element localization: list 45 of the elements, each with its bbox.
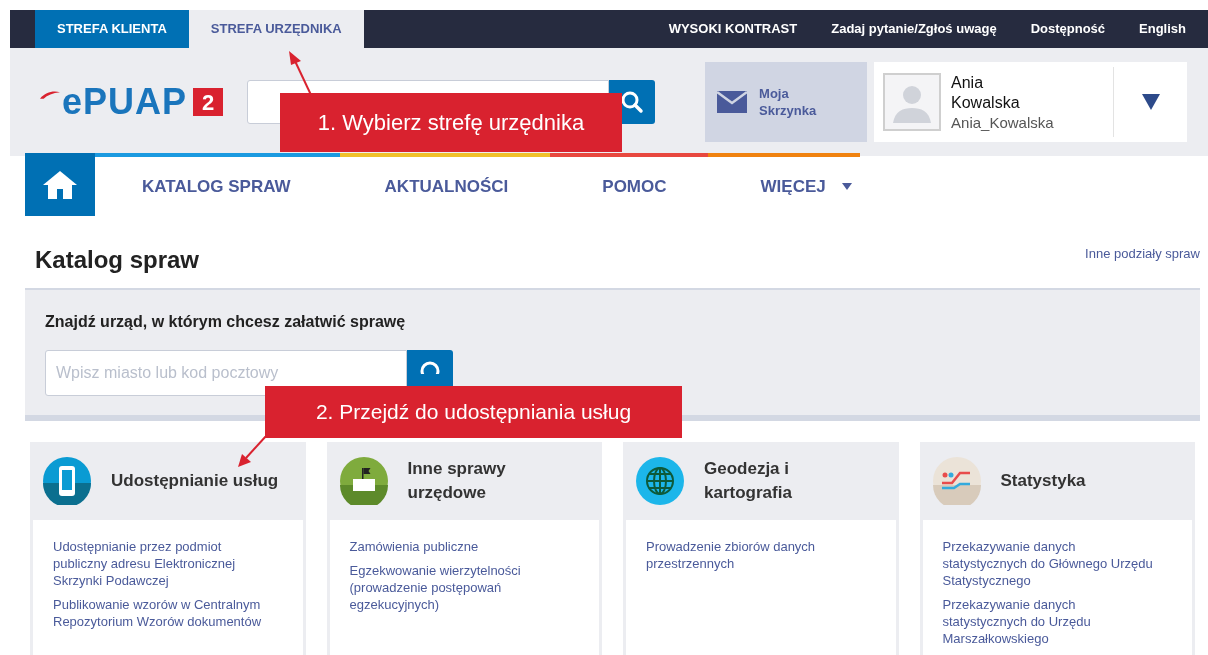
service-link[interactable]: Udostępnianie przez podmiot publiczny adresu Elektronicznej Skrzynki Podawczej [53, 538, 269, 589]
building-flag-icon [339, 457, 388, 505]
category-title[interactable]: Inne sprawy urzędowe [407, 457, 583, 505]
logo-badge: 2 [193, 88, 224, 116]
service-link[interactable]: Egzekwowanie wierzytelności (prowadzenie postępowań egzekucyjnych) [349, 562, 565, 613]
logo-text: ePUAP [62, 84, 188, 120]
search-icon [620, 90, 645, 114]
home-button[interactable] [25, 153, 95, 216]
phone-icon [43, 457, 91, 505]
callout-arrow [236, 436, 268, 468]
avatar-icon [883, 73, 942, 131]
zone-tab[interactable]: STREFA KLIENTA [35, 10, 189, 48]
top-link[interactable]: Zadaj pytanie/Zgłoś uwagę [831, 19, 997, 39]
user-login: Ania_Kowalska [951, 112, 1055, 132]
category-title[interactable]: Geodezja i kartografia [704, 457, 879, 505]
user-name: Ania Kowalska [951, 72, 1021, 113]
service-link[interactable]: Publikowanie wzorów w Centralnym Repozytorium Wzorów dokumentów [53, 596, 269, 630]
nav-item[interactable]: POMOC [602, 173, 667, 200]
nav-item[interactable]: WIĘCEJ [760, 173, 852, 200]
service-link[interactable]: Przekazywanie danych statystycznych do Urzędu Marszałkowskiego [942, 596, 1158, 647]
search-icon [419, 360, 441, 374]
instruction-tooltip: 2. Przejdź do udostępniania usług [265, 386, 682, 438]
category-title[interactable]: Udostępnianie usług [111, 469, 279, 493]
service-link[interactable]: Przekazywanie danych statystycznych do Głównego Urzędu Statystycznego [942, 538, 1158, 589]
chart-icon [932, 457, 981, 505]
mailbox-button[interactable]: Moja Skrzynka [705, 62, 868, 142]
other-divisions-link[interactable]: Inne podziały spraw [1085, 244, 1200, 264]
top-link[interactable]: English [1139, 19, 1186, 39]
caret-icon [1141, 94, 1160, 110]
caret-icon [841, 183, 852, 190]
home-icon [43, 170, 77, 199]
service-link[interactable]: Zamówienia publiczne [349, 538, 565, 555]
instruction-tooltip: 1. Wybierz strefę urzędnika [280, 93, 622, 152]
top-link[interactable]: Dostępność [1030, 19, 1106, 39]
finder-heading: Znajdź urząd, w którym chcesz załatwić sprawę [45, 312, 407, 332]
nav-item[interactable]: AKTUALNOŚCI [384, 173, 509, 200]
globe-icon [636, 457, 684, 505]
page-title: Katalog spraw [35, 245, 200, 275]
nav-item[interactable]: KATALOG SPRAW [142, 173, 291, 200]
city-input-field[interactable]: Wpisz miasto lub kod pocztowy [45, 350, 407, 396]
top-link[interactable]: WYSOKI KONTRAST [668, 19, 798, 39]
category-title[interactable]: Statystyka [1000, 469, 1086, 493]
envelope-icon [717, 91, 748, 113]
zone-tab[interactable]: STREFA URZĘDNIKA [188, 10, 364, 48]
swoosh-icon [40, 90, 60, 100]
